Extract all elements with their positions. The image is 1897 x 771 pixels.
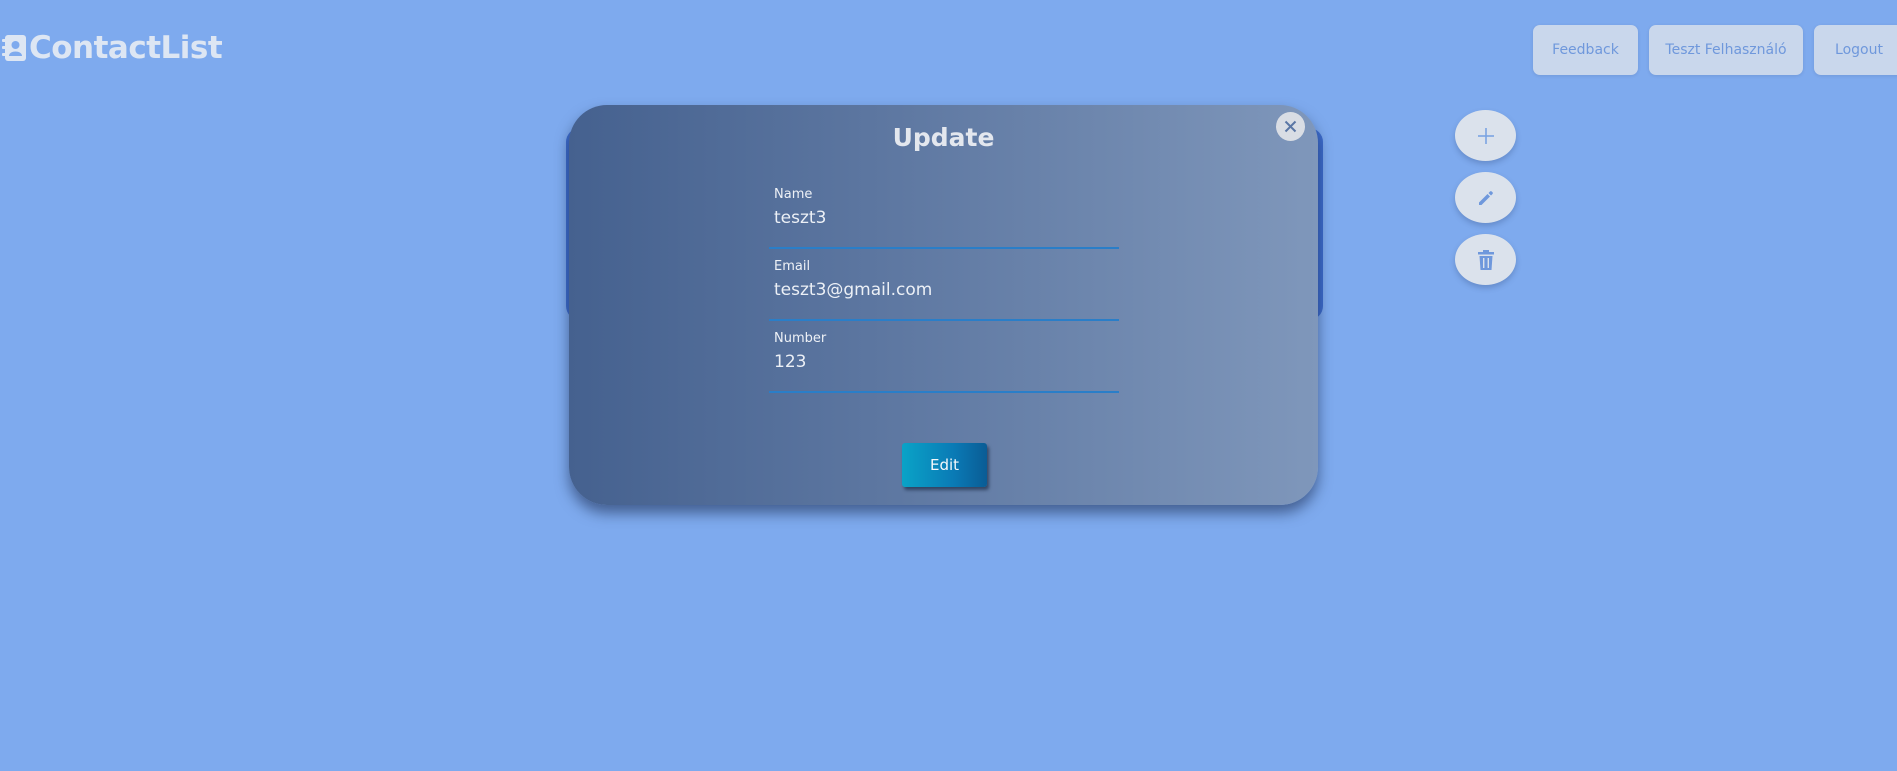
number-field: Number: [769, 331, 1119, 393]
number-label: Number: [774, 331, 827, 346]
edit-submit-button[interactable]: Edit: [902, 443, 987, 487]
pencil-icon: [1478, 190, 1493, 205]
plus-icon: [1477, 127, 1494, 144]
close-button[interactable]: [1276, 112, 1305, 141]
app-logo[interactable]: ContactList: [1, 30, 223, 66]
user-button[interactable]: Teszt Felhasználó: [1649, 25, 1803, 75]
delete-contact-button[interactable]: [1455, 234, 1516, 285]
trash-icon: [1477, 249, 1494, 270]
feedback-button[interactable]: Feedback: [1533, 25, 1638, 75]
email-field: Email: [769, 259, 1119, 321]
add-contact-button[interactable]: [1455, 110, 1516, 161]
name-field: Name: [769, 187, 1119, 249]
email-input[interactable]: [774, 280, 1104, 300]
close-icon: [1284, 120, 1297, 133]
update-modal: Update Name Email Number Edit: [569, 105, 1318, 505]
logout-button[interactable]: Logout: [1814, 25, 1897, 75]
edit-contact-button[interactable]: [1455, 172, 1516, 223]
logo-text: ContactList: [29, 30, 223, 66]
number-input[interactable]: [774, 352, 1104, 372]
modal-title: Update: [892, 123, 995, 152]
address-book-icon: [1, 33, 27, 63]
email-label: Email: [774, 259, 811, 274]
name-label: Name: [774, 187, 813, 202]
name-input[interactable]: [774, 208, 1104, 228]
